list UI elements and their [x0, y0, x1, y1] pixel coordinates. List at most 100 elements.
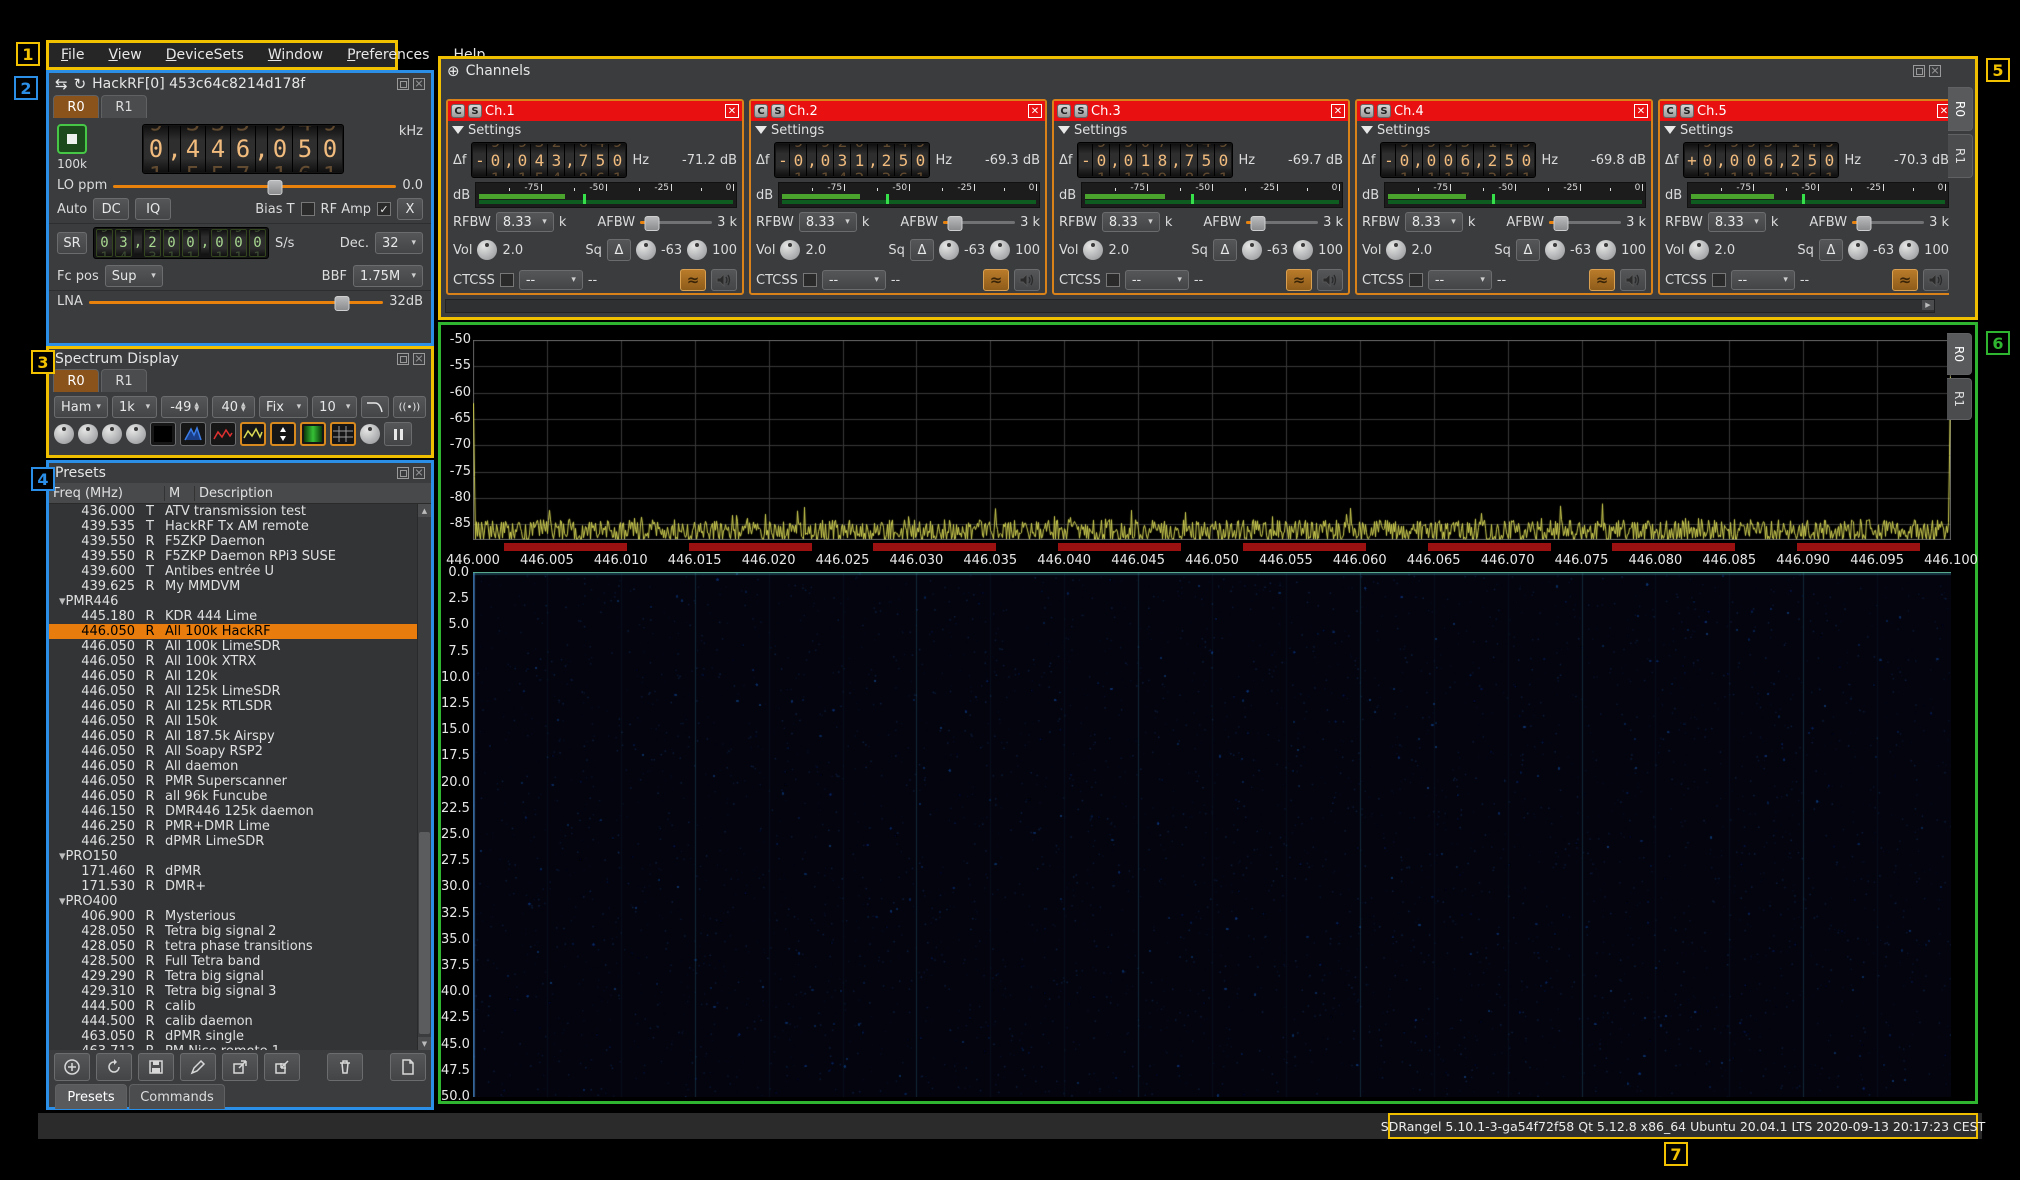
channel-header[interactable]: CSCh.5✕ — [1660, 101, 1949, 121]
channel-s-button[interactable]: S — [1680, 104, 1694, 118]
decim-x-button[interactable]: X — [397, 198, 423, 220]
fft-size-dropdown[interactable]: 1k▾ — [112, 396, 157, 418]
channel-close-icon[interactable]: ✕ — [1331, 104, 1345, 118]
channel-s-button[interactable]: S — [1074, 104, 1088, 118]
afbw-slider[interactable] — [1246, 215, 1318, 229]
ctcss-dropdown[interactable]: --▾ — [1731, 270, 1795, 290]
iq-button[interactable]: IQ — [135, 198, 171, 220]
preset-row[interactable]: 428.050RTetra big signal 2 — [49, 924, 431, 939]
afbw-slider[interactable] — [640, 215, 712, 229]
dial-digit[interactable]: 567 — [230, 126, 255, 172]
dial-digit[interactable]: 456 — [1500, 144, 1517, 176]
channel-settings-toggle[interactable]: Settings — [1054, 121, 1348, 139]
squelch-gate-knob[interactable] — [1596, 240, 1616, 260]
presets-scrollbar[interactable]: ▲▼ — [417, 504, 431, 1050]
audio-mute-button[interactable] — [1923, 269, 1949, 291]
audio-bandpass-button[interactable]: ≈ — [983, 269, 1009, 291]
preset-row[interactable]: 436.000TATV transmission test — [49, 504, 431, 519]
volume-knob[interactable] — [1689, 240, 1709, 260]
group-caret-icon[interactable]: ▾ — [49, 894, 66, 909]
preset-row[interactable]: 446.250RPMR+DMR Lime — [49, 819, 431, 834]
display-knob[interactable] — [54, 424, 74, 444]
dial-digit[interactable]: 901 — [163, 229, 180, 257]
current-trace-yellow-icon[interactable] — [240, 422, 266, 446]
import-preset-button[interactable] — [264, 1053, 300, 1081]
rfbw-dropdown[interactable]: 8.33▾ — [1102, 212, 1160, 232]
dial-digit[interactable]: 678 — [1180, 144, 1197, 176]
preset-row[interactable]: 428.050Rtetra phase transitions — [49, 939, 431, 954]
dial-digit[interactable]: 234 — [115, 229, 132, 257]
preset-row[interactable]: 446.050RPMR Superscanner — [49, 774, 431, 789]
channel-s-button[interactable]: S — [1377, 104, 1391, 118]
preset-row[interactable]: 428.500RFull Tetra band — [49, 954, 431, 969]
display-knob[interactable] — [102, 424, 122, 444]
float-window-icon[interactable] — [397, 353, 409, 365]
add-channel-icon[interactable]: ⊕ — [447, 62, 460, 80]
filter-response-button[interactable] — [361, 396, 388, 418]
dial-digit[interactable]: 901 — [789, 144, 806, 176]
dial-digit[interactable]: 901 — [144, 126, 168, 172]
dial-digit[interactable]: 789 — [1153, 144, 1170, 176]
ctcss-checkbox[interactable] — [1712, 273, 1726, 287]
preset-row[interactable]: 446.050RAll 125k RTLSDR — [49, 699, 431, 714]
dial-digit[interactable]: 456 — [292, 126, 317, 172]
spectrum-vtab-r1[interactable]: R1 — [1947, 378, 1972, 420]
audio-mute-button[interactable] — [1317, 269, 1343, 291]
tab-r0[interactable]: R0 — [53, 95, 99, 118]
squelch-gate-knob[interactable] — [687, 240, 707, 260]
squelch-delta-button[interactable]: Δ — [1213, 239, 1237, 261]
audio-mute-button[interactable] — [711, 269, 737, 291]
preset-row[interactable]: 463.712RPM Nice remote 1 — [49, 1044, 431, 1050]
dial-digit[interactable]: 123 — [1483, 144, 1500, 176]
edit-preset-button[interactable] — [180, 1053, 216, 1081]
waterfall-plot[interactable] — [473, 572, 1951, 1097]
dial-digit[interactable]: 901 — [182, 229, 199, 257]
ctcss-checkbox[interactable] — [1409, 273, 1423, 287]
volume-knob[interactable] — [477, 240, 497, 260]
channel-c-button[interactable]: C — [1360, 104, 1374, 118]
ctcss-checkbox[interactable] — [803, 273, 817, 287]
invert-waterfall-icon[interactable] — [270, 422, 296, 446]
lo-ppm-slider[interactable] — [113, 179, 396, 193]
afbw-slider[interactable] — [1852, 215, 1924, 229]
afbw-slider[interactable] — [943, 215, 1015, 229]
dial-digit[interactable]: 456 — [591, 144, 608, 176]
delete-preset-button[interactable] — [327, 1053, 363, 1081]
dial-digit[interactable]: 901 — [1725, 144, 1742, 176]
dial-digit[interactable]: 901 — [513, 144, 530, 176]
menu-item-preferences[interactable]: Preferences — [347, 47, 429, 63]
max-hold-red-icon[interactable] — [210, 422, 236, 446]
averaging-value-dropdown[interactable]: 10▾ — [312, 396, 357, 418]
dial-digit[interactable]: 456 — [1197, 144, 1214, 176]
dial-digit[interactable]: 901 — [1422, 144, 1439, 176]
dial-digit[interactable]: 012 — [850, 144, 867, 176]
grid-intensity-knob[interactable] — [360, 424, 380, 444]
audio-bandpass-button[interactable]: ≈ — [1589, 269, 1615, 291]
volume-knob[interactable] — [780, 240, 800, 260]
preset-row[interactable]: 446.050Rall 96k Funcube — [49, 789, 431, 804]
channel-header[interactable]: CSCh.1✕ — [448, 101, 742, 121]
squelch-delta-button[interactable]: Δ — [607, 239, 631, 261]
preset-row[interactable]: 446.050RAll 187.5k Airspy — [49, 729, 431, 744]
float-window-icon[interactable] — [397, 467, 409, 479]
add-preset-button[interactable] — [54, 1053, 90, 1081]
channel-s-button[interactable]: S — [468, 104, 482, 118]
update-preset-button[interactable] — [96, 1053, 132, 1081]
float-window-icon[interactable] — [1913, 65, 1925, 77]
sr-button[interactable]: SR — [57, 232, 87, 254]
channels-hscrollbar[interactable]: ▶ — [445, 299, 1935, 313]
channel-settings-toggle[interactable]: Settings — [751, 121, 1045, 139]
preset-row[interactable]: 463.050RdPMR single — [49, 1029, 431, 1044]
preset-row[interactable]: 446.050RAll 100k LimeSDR — [49, 639, 431, 654]
device-title-bar[interactable]: ⇆ ↻ HackRF[0] 453c64c8214d178f — [49, 73, 431, 95]
squelch-delta-button[interactable]: Δ — [910, 239, 934, 261]
rfbw-dropdown[interactable]: 8.33▾ — [496, 212, 554, 232]
channel-settings-toggle[interactable]: Settings — [1357, 121, 1651, 139]
dial-digit[interactable]: 345 — [180, 126, 205, 172]
rfbw-dropdown[interactable]: 8.33▾ — [1708, 212, 1766, 232]
display-knob[interactable] — [126, 424, 146, 444]
scroll-up-arrow[interactable]: ▲ — [418, 504, 431, 517]
afbw-slider[interactable] — [1549, 215, 1621, 229]
channel-header[interactable]: CSCh.4✕ — [1357, 101, 1651, 121]
range-spinner[interactable]: 40▲▼ — [212, 396, 255, 418]
